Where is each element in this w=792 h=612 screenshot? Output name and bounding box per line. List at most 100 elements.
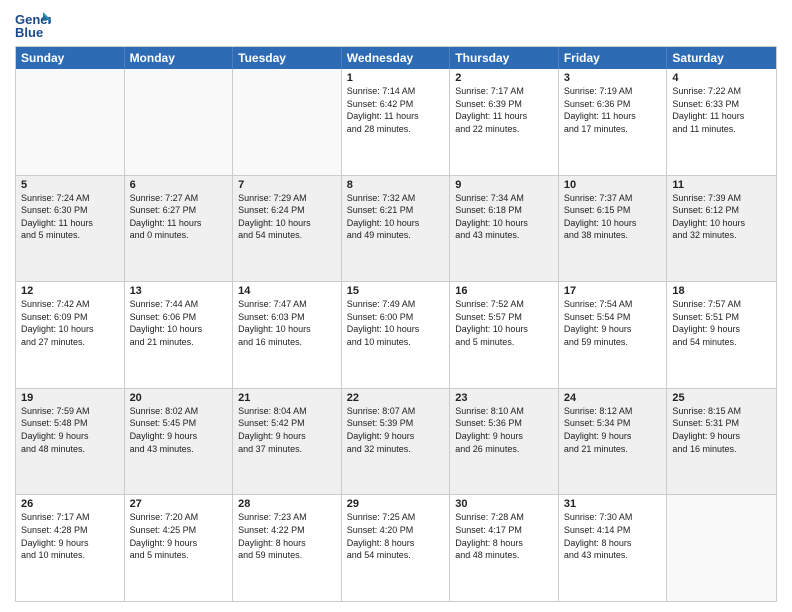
calendar-body: 1Sunrise: 7:14 AM Sunset: 6:42 PM Daylig… bbox=[16, 69, 776, 601]
calendar-header: SundayMondayTuesdayWednesdayThursdayFrid… bbox=[16, 47, 776, 69]
calendar-cell: 29Sunrise: 7:25 AM Sunset: 4:20 PM Dayli… bbox=[342, 495, 451, 601]
calendar-cell: 30Sunrise: 7:28 AM Sunset: 4:17 PM Dayli… bbox=[450, 495, 559, 601]
day-number: 15 bbox=[347, 285, 445, 297]
day-info: Sunrise: 7:28 AM Sunset: 4:17 PM Dayligh… bbox=[455, 511, 553, 561]
calendar-cell: 15Sunrise: 7:49 AM Sunset: 6:00 PM Dayli… bbox=[342, 282, 451, 388]
day-number: 2 bbox=[455, 72, 553, 84]
day-number: 26 bbox=[21, 498, 119, 510]
day-info: Sunrise: 7:23 AM Sunset: 4:22 PM Dayligh… bbox=[238, 511, 336, 561]
header-day-wednesday: Wednesday bbox=[342, 47, 451, 69]
day-info: Sunrise: 7:17 AM Sunset: 4:28 PM Dayligh… bbox=[21, 511, 119, 561]
logo-icon: General Blue bbox=[15, 10, 51, 40]
calendar-row-0: 1Sunrise: 7:14 AM Sunset: 6:42 PM Daylig… bbox=[16, 69, 776, 175]
header-day-sunday: Sunday bbox=[16, 47, 125, 69]
day-info: Sunrise: 7:17 AM Sunset: 6:39 PM Dayligh… bbox=[455, 85, 553, 135]
day-info: Sunrise: 8:02 AM Sunset: 5:45 PM Dayligh… bbox=[130, 405, 228, 455]
day-info: Sunrise: 8:07 AM Sunset: 5:39 PM Dayligh… bbox=[347, 405, 445, 455]
calendar-cell: 7Sunrise: 7:29 AM Sunset: 6:24 PM Daylig… bbox=[233, 176, 342, 282]
header-day-friday: Friday bbox=[559, 47, 668, 69]
page: General Blue SundayMondayTuesdayWednesda… bbox=[0, 0, 792, 612]
day-number: 11 bbox=[672, 179, 771, 191]
day-info: Sunrise: 7:49 AM Sunset: 6:00 PM Dayligh… bbox=[347, 298, 445, 348]
day-number: 22 bbox=[347, 392, 445, 404]
calendar-cell: 22Sunrise: 8:07 AM Sunset: 5:39 PM Dayli… bbox=[342, 389, 451, 495]
day-info: Sunrise: 7:24 AM Sunset: 6:30 PM Dayligh… bbox=[21, 192, 119, 242]
day-number: 16 bbox=[455, 285, 553, 297]
header-day-monday: Monday bbox=[125, 47, 234, 69]
calendar-cell bbox=[667, 495, 776, 601]
day-info: Sunrise: 7:54 AM Sunset: 5:54 PM Dayligh… bbox=[564, 298, 662, 348]
calendar-cell: 31Sunrise: 7:30 AM Sunset: 4:14 PM Dayli… bbox=[559, 495, 668, 601]
day-number: 25 bbox=[672, 392, 771, 404]
day-info: Sunrise: 8:04 AM Sunset: 5:42 PM Dayligh… bbox=[238, 405, 336, 455]
day-number: 31 bbox=[564, 498, 662, 510]
day-info: Sunrise: 7:30 AM Sunset: 4:14 PM Dayligh… bbox=[564, 511, 662, 561]
calendar-cell: 21Sunrise: 8:04 AM Sunset: 5:42 PM Dayli… bbox=[233, 389, 342, 495]
calendar-row-4: 26Sunrise: 7:17 AM Sunset: 4:28 PM Dayli… bbox=[16, 494, 776, 601]
calendar-cell: 10Sunrise: 7:37 AM Sunset: 6:15 PM Dayli… bbox=[559, 176, 668, 282]
day-number: 10 bbox=[564, 179, 662, 191]
calendar-cell: 20Sunrise: 8:02 AM Sunset: 5:45 PM Dayli… bbox=[125, 389, 234, 495]
calendar-cell: 4Sunrise: 7:22 AM Sunset: 6:33 PM Daylig… bbox=[667, 69, 776, 175]
calendar-cell: 1Sunrise: 7:14 AM Sunset: 6:42 PM Daylig… bbox=[342, 69, 451, 175]
day-number: 27 bbox=[130, 498, 228, 510]
day-number: 29 bbox=[347, 498, 445, 510]
day-info: Sunrise: 7:37 AM Sunset: 6:15 PM Dayligh… bbox=[564, 192, 662, 242]
calendar-cell: 24Sunrise: 8:12 AM Sunset: 5:34 PM Dayli… bbox=[559, 389, 668, 495]
day-info: Sunrise: 7:52 AM Sunset: 5:57 PM Dayligh… bbox=[455, 298, 553, 348]
calendar-cell: 9Sunrise: 7:34 AM Sunset: 6:18 PM Daylig… bbox=[450, 176, 559, 282]
header-day-tuesday: Tuesday bbox=[233, 47, 342, 69]
day-info: Sunrise: 7:27 AM Sunset: 6:27 PM Dayligh… bbox=[130, 192, 228, 242]
calendar-row-2: 12Sunrise: 7:42 AM Sunset: 6:09 PM Dayli… bbox=[16, 281, 776, 388]
day-number: 14 bbox=[238, 285, 336, 297]
calendar-row-3: 19Sunrise: 7:59 AM Sunset: 5:48 PM Dayli… bbox=[16, 388, 776, 495]
day-info: Sunrise: 8:15 AM Sunset: 5:31 PM Dayligh… bbox=[672, 405, 771, 455]
day-number: 28 bbox=[238, 498, 336, 510]
day-number: 18 bbox=[672, 285, 771, 297]
day-info: Sunrise: 8:12 AM Sunset: 5:34 PM Dayligh… bbox=[564, 405, 662, 455]
day-number: 1 bbox=[347, 72, 445, 84]
day-number: 5 bbox=[21, 179, 119, 191]
day-number: 3 bbox=[564, 72, 662, 84]
calendar-cell: 19Sunrise: 7:59 AM Sunset: 5:48 PM Dayli… bbox=[16, 389, 125, 495]
calendar-cell: 23Sunrise: 8:10 AM Sunset: 5:36 PM Dayli… bbox=[450, 389, 559, 495]
day-number: 20 bbox=[130, 392, 228, 404]
calendar-row-1: 5Sunrise: 7:24 AM Sunset: 6:30 PM Daylig… bbox=[16, 175, 776, 282]
calendar-cell: 17Sunrise: 7:54 AM Sunset: 5:54 PM Dayli… bbox=[559, 282, 668, 388]
day-info: Sunrise: 7:59 AM Sunset: 5:48 PM Dayligh… bbox=[21, 405, 119, 455]
day-info: Sunrise: 7:19 AM Sunset: 6:36 PM Dayligh… bbox=[564, 85, 662, 135]
day-info: Sunrise: 7:47 AM Sunset: 6:03 PM Dayligh… bbox=[238, 298, 336, 348]
header-day-saturday: Saturday bbox=[667, 47, 776, 69]
day-number: 7 bbox=[238, 179, 336, 191]
day-number: 23 bbox=[455, 392, 553, 404]
day-number: 6 bbox=[130, 179, 228, 191]
calendar-cell: 5Sunrise: 7:24 AM Sunset: 6:30 PM Daylig… bbox=[16, 176, 125, 282]
calendar-cell: 2Sunrise: 7:17 AM Sunset: 6:39 PM Daylig… bbox=[450, 69, 559, 175]
calendar-cell: 16Sunrise: 7:52 AM Sunset: 5:57 PM Dayli… bbox=[450, 282, 559, 388]
day-number: 24 bbox=[564, 392, 662, 404]
day-info: Sunrise: 7:29 AM Sunset: 6:24 PM Dayligh… bbox=[238, 192, 336, 242]
day-info: Sunrise: 7:22 AM Sunset: 6:33 PM Dayligh… bbox=[672, 85, 771, 135]
calendar-cell: 12Sunrise: 7:42 AM Sunset: 6:09 PM Dayli… bbox=[16, 282, 125, 388]
day-info: Sunrise: 7:39 AM Sunset: 6:12 PM Dayligh… bbox=[672, 192, 771, 242]
day-number: 9 bbox=[455, 179, 553, 191]
calendar-cell: 8Sunrise: 7:32 AM Sunset: 6:21 PM Daylig… bbox=[342, 176, 451, 282]
day-number: 13 bbox=[130, 285, 228, 297]
calendar: SundayMondayTuesdayWednesdayThursdayFrid… bbox=[15, 46, 777, 602]
calendar-cell: 28Sunrise: 7:23 AM Sunset: 4:22 PM Dayli… bbox=[233, 495, 342, 601]
calendar-cell bbox=[16, 69, 125, 175]
logo: General Blue bbox=[15, 10, 51, 40]
day-info: Sunrise: 7:25 AM Sunset: 4:20 PM Dayligh… bbox=[347, 511, 445, 561]
calendar-cell: 14Sunrise: 7:47 AM Sunset: 6:03 PM Dayli… bbox=[233, 282, 342, 388]
day-number: 12 bbox=[21, 285, 119, 297]
header-day-thursday: Thursday bbox=[450, 47, 559, 69]
calendar-cell: 26Sunrise: 7:17 AM Sunset: 4:28 PM Dayli… bbox=[16, 495, 125, 601]
day-number: 19 bbox=[21, 392, 119, 404]
calendar-cell: 13Sunrise: 7:44 AM Sunset: 6:06 PM Dayli… bbox=[125, 282, 234, 388]
day-info: Sunrise: 7:32 AM Sunset: 6:21 PM Dayligh… bbox=[347, 192, 445, 242]
calendar-cell bbox=[233, 69, 342, 175]
calendar-cell: 27Sunrise: 7:20 AM Sunset: 4:25 PM Dayli… bbox=[125, 495, 234, 601]
day-info: Sunrise: 8:10 AM Sunset: 5:36 PM Dayligh… bbox=[455, 405, 553, 455]
svg-text:Blue: Blue bbox=[15, 25, 43, 40]
day-info: Sunrise: 7:44 AM Sunset: 6:06 PM Dayligh… bbox=[130, 298, 228, 348]
